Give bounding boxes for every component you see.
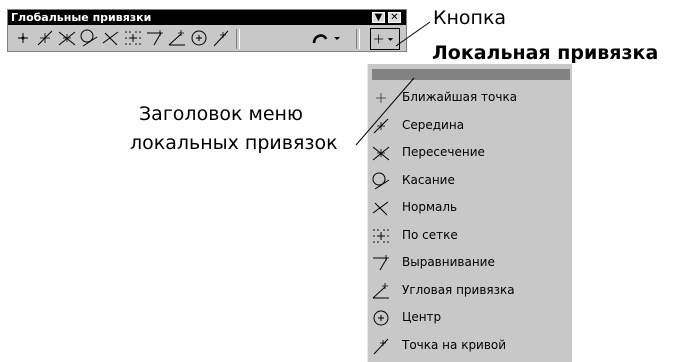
callout-header-line1: Заголовок меню [139, 103, 303, 125]
callout-header-line2: локальных привязок [130, 132, 338, 154]
local-snaps-menu: Ближайшая точка Середина Пересечение Касани… [367, 64, 572, 362]
menu-item-label: Касание [402, 172, 455, 187]
alignment-icon[interactable] [144, 27, 166, 49]
menu-item-tangent[interactable]: Касание [368, 167, 573, 195]
menu-item-label: Нормаль [402, 200, 458, 214]
menu-item-label: Выравнивание [402, 255, 495, 269]
normal-icon[interactable] [100, 27, 122, 49]
tangent-icon[interactable] [78, 27, 100, 49]
menu-item-angle-snap[interactable]: Угловая привязка [368, 277, 573, 305]
midpoint-icon [370, 115, 392, 137]
menu-item-label: Угловая привязка [402, 282, 515, 297]
toolbar-close-button[interactable]: ✕ [388, 12, 401, 23]
nearest-point-icon [370, 87, 392, 109]
point-on-curve-icon[interactable] [210, 27, 232, 49]
center-icon [370, 307, 392, 329]
menu-item-midpoint[interactable]: Середина [368, 112, 573, 140]
callout-button-title: Кнопка [433, 7, 507, 29]
point-on-curve-icon [370, 335, 392, 357]
toolbar-icon-row [10, 27, 404, 51]
local-snaps-menu-header[interactable] [372, 69, 570, 80]
menu-item-center[interactable]: Центр [368, 304, 573, 332]
menu-item-label: По сетке [402, 227, 458, 242]
center-icon[interactable] [188, 27, 210, 49]
menu-item-label: Центр [402, 310, 442, 324]
tangent-icon [370, 170, 392, 192]
menu-item-label: Середина [402, 117, 465, 132]
curve-snap-icon[interactable] [310, 27, 350, 49]
global-snaps-toolbar: Глобальные привязки ▼ ✕ [7, 9, 407, 52]
toolbar-menu-button[interactable]: ▼ [372, 12, 385, 23]
toolbar-separator [236, 29, 240, 49]
grid-icon[interactable] [122, 27, 144, 49]
menu-item-alignment[interactable]: Выравнивание [368, 249, 573, 277]
menu-item-label: Ближайшая точка [402, 90, 518, 104]
toolbar-title: Глобальные привязки [8, 10, 406, 25]
menu-item-nearest-point[interactable]: Ближайшая точка [368, 84, 573, 112]
menu-item-label: Пересечение [402, 145, 485, 159]
menu-item-point-on-curve[interactable]: Точка на кривой [368, 332, 573, 360]
midpoint-icon[interactable] [34, 27, 56, 49]
angle-snap-icon [370, 280, 392, 302]
callout-button-name: Локальная привязка [432, 42, 659, 64]
grid-icon [370, 225, 392, 247]
intersection-icon [370, 142, 392, 164]
menu-item-grid[interactable]: По сетке [368, 222, 573, 250]
intersection-icon[interactable] [56, 27, 78, 49]
local-snap-icon [374, 34, 394, 44]
angle-snap-icon[interactable] [166, 27, 188, 49]
menu-item-label: Точка на кривой [402, 337, 507, 352]
local-snap-button[interactable] [370, 28, 400, 50]
menu-item-intersection[interactable]: Пересечение [368, 139, 573, 167]
toolbar-separator-2 [356, 29, 360, 49]
normal-icon [370, 197, 392, 219]
nearest-point-icon[interactable] [12, 27, 34, 49]
menu-item-normal[interactable]: Нормаль [368, 194, 573, 222]
alignment-icon [370, 252, 392, 274]
